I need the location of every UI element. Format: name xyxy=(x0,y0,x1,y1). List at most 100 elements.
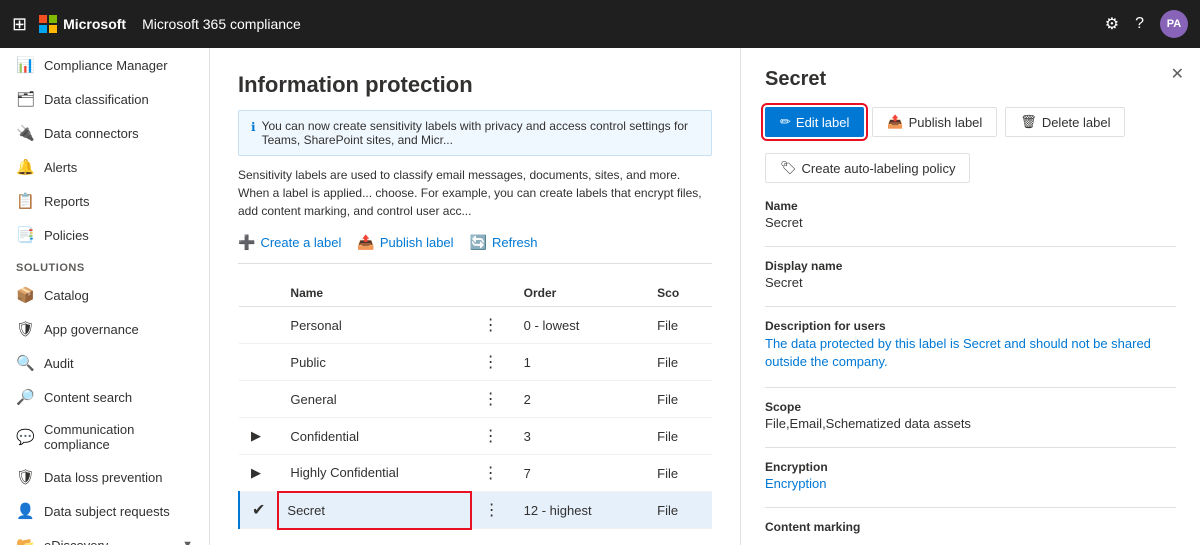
table-row[interactable]: Personal ⋮ 0 - lowest File xyxy=(239,307,712,344)
sidebar-item-reports[interactable]: 📋 Reports xyxy=(0,184,209,218)
field-encryption-value[interactable]: Encryption xyxy=(765,476,1176,491)
col-name: Name xyxy=(278,280,470,307)
sidebar-item-app-governance[interactable]: 🛡 App governance xyxy=(0,312,209,346)
topbar-right: ⚙ ? PA xyxy=(1105,10,1188,38)
dots-cell[interactable]: ⋮ xyxy=(471,418,512,455)
divider-4 xyxy=(765,447,1176,448)
auto-labeling-text: Create auto-labeling policy xyxy=(802,161,956,176)
content-search-icon: 🔎 xyxy=(16,388,34,406)
edit-label-button[interactable]: ✏ Edit label xyxy=(765,107,864,137)
expand-cell[interactable]: ▶ xyxy=(239,418,278,455)
data-subject-requests-icon: 👤 xyxy=(16,502,34,520)
col-expand xyxy=(239,280,278,307)
field-content-marking: Content marking xyxy=(765,520,1176,534)
sidebar-label-audit: Audit xyxy=(44,356,74,371)
dots-cell[interactable]: ⋮ xyxy=(471,344,512,381)
field-description: Description for users The data protected… xyxy=(765,319,1176,371)
grid-icon[interactable]: ⊞ xyxy=(12,14,27,35)
delete-label-text: Delete label xyxy=(1042,115,1111,130)
delete-label-button[interactable]: 🗑 Delete label xyxy=(1005,107,1125,137)
delete-icon: 🗑 xyxy=(1020,114,1037,130)
edit-icon: ✏ xyxy=(780,114,791,130)
divider-5 xyxy=(765,507,1176,508)
brand-name: Microsoft xyxy=(63,16,126,32)
info-text: Sensitivity labels are used to classify … xyxy=(238,166,712,220)
panel-publish-label-button[interactable]: 📤 Publish label xyxy=(872,107,997,137)
sidebar-label-content-search: Content search xyxy=(44,390,132,405)
publish-label-button[interactable]: 📤 Publish label xyxy=(357,230,453,255)
sidebar-label-alerts: Alerts xyxy=(44,160,77,175)
field-display-name-value: Secret xyxy=(765,275,1176,290)
table-row[interactable]: ▶ Confidential ⋮ 3 File xyxy=(239,418,712,455)
app-title: Microsoft 365 compliance xyxy=(142,16,301,32)
panel-close-button[interactable]: ✕ xyxy=(1171,64,1184,84)
order-cell: 7 xyxy=(512,455,646,492)
microsoft-logo: Microsoft xyxy=(39,15,126,33)
scope-cell: File xyxy=(645,418,712,455)
dots-cell[interactable]: ⋮ xyxy=(471,455,512,492)
field-description-value: The data protected by this label is Secr… xyxy=(765,335,1176,371)
help-icon[interactable]: ? xyxy=(1135,15,1144,33)
table-row[interactable]: ▶ Highly Confidential ⋮ 7 File xyxy=(239,455,712,492)
audit-icon: 🔍 xyxy=(16,354,34,372)
expand-cell[interactable]: ▶ xyxy=(239,455,278,492)
table-row[interactable]: General ⋮ 2 File xyxy=(239,381,712,418)
solutions-section-label: Solutions xyxy=(0,252,209,278)
catalog-icon: 📦 xyxy=(16,286,34,304)
sidebar-item-audit[interactable]: 🔍 Audit xyxy=(0,346,209,380)
page-title: Information protection xyxy=(238,72,712,98)
divider-3 xyxy=(765,387,1176,388)
app-governance-icon: 🛡 xyxy=(16,320,34,338)
sidebar-label-data-classification: Data classification xyxy=(44,92,149,107)
sidebar-label-data-loss-prevention: Data loss prevention xyxy=(44,470,163,485)
refresh-button[interactable]: 🔄 Refresh xyxy=(470,230,538,255)
dots-cell[interactable]: ⋮ xyxy=(471,492,512,529)
sidebar-item-policies[interactable]: 📑 Policies xyxy=(0,218,209,252)
create-label-button[interactable]: ➕ Create a label xyxy=(238,230,341,255)
sidebar-item-alerts[interactable]: 🔔 Alerts xyxy=(0,150,209,184)
sidebar-item-compliance-manager[interactable]: 📊 Compliance Manager xyxy=(0,48,209,82)
sidebar-item-content-search[interactable]: 🔎 Content search xyxy=(0,380,209,414)
sidebar-item-data-connectors[interactable]: 🔌 Data connectors xyxy=(0,116,209,150)
content-area: Information protection ℹ You can now cre… xyxy=(210,48,1200,545)
settings-icon[interactable]: ⚙ xyxy=(1105,14,1119,34)
table-row-secret[interactable]: ✔ Secret ⋮ 12 - highest File xyxy=(239,492,712,529)
user-avatar[interactable]: PA xyxy=(1160,10,1188,38)
field-scope-value: File,Email,Schematized data assets xyxy=(765,416,1176,431)
order-cell: 12 - highest xyxy=(512,492,646,529)
sidebar-item-data-classification[interactable]: 🗂 Data classification xyxy=(0,82,209,116)
expand-cell xyxy=(239,344,278,381)
sidebar-label-data-connectors: Data connectors xyxy=(44,126,139,141)
ediscovery-expand-icon[interactable]: ▼ xyxy=(182,539,193,545)
data-connectors-icon: 🔌 xyxy=(16,124,34,142)
sidebar-item-data-loss-prevention[interactable]: 🛡 Data loss prevention xyxy=(0,460,209,494)
order-cell: 3 xyxy=(512,418,646,455)
publish-panel-icon: 📤 xyxy=(887,114,903,130)
banner-text: You can now create sensitivity labels wi… xyxy=(262,119,699,147)
sidebar-item-ediscovery[interactable]: 📂 eDiscovery ▼ xyxy=(0,528,209,545)
ediscovery-icon: 📂 xyxy=(16,536,34,545)
ms-logo-squares xyxy=(39,15,57,33)
expand-cell xyxy=(239,307,278,344)
order-cell: 2 xyxy=(512,381,646,418)
communication-compliance-icon: 💬 xyxy=(16,428,34,446)
reports-icon: 📋 xyxy=(16,192,34,210)
publish-label-label: Publish label xyxy=(380,235,454,250)
refresh-icon: 🔄 xyxy=(470,234,487,251)
info-banner: ℹ You can now create sensitivity labels … xyxy=(238,110,712,156)
data-classification-icon: 🗂 xyxy=(16,90,34,108)
table-row[interactable]: Public ⋮ 1 File xyxy=(239,344,712,381)
policies-icon: 📑 xyxy=(16,226,34,244)
sidebar-item-communication-compliance[interactable]: 💬 Communication compliance xyxy=(0,414,209,460)
auto-labeling-policy-button[interactable]: 🏷 Create auto-labeling policy xyxy=(765,153,970,183)
scope-cell: File xyxy=(645,455,712,492)
field-display-name-label: Display name xyxy=(765,259,1176,273)
create-label-label: Create a label xyxy=(260,235,341,250)
plus-icon: ➕ xyxy=(238,234,255,251)
dots-cell[interactable]: ⋮ xyxy=(471,307,512,344)
sidebar-item-catalog[interactable]: 📦 Catalog xyxy=(0,278,209,312)
compliance-manager-icon: 📊 xyxy=(16,56,34,74)
sidebar-item-data-subject-requests[interactable]: 👤 Data subject requests xyxy=(0,494,209,528)
dots-cell[interactable]: ⋮ xyxy=(471,381,512,418)
content-toolbar: ➕ Create a label 📤 Publish label 🔄 Refre… xyxy=(238,230,712,264)
